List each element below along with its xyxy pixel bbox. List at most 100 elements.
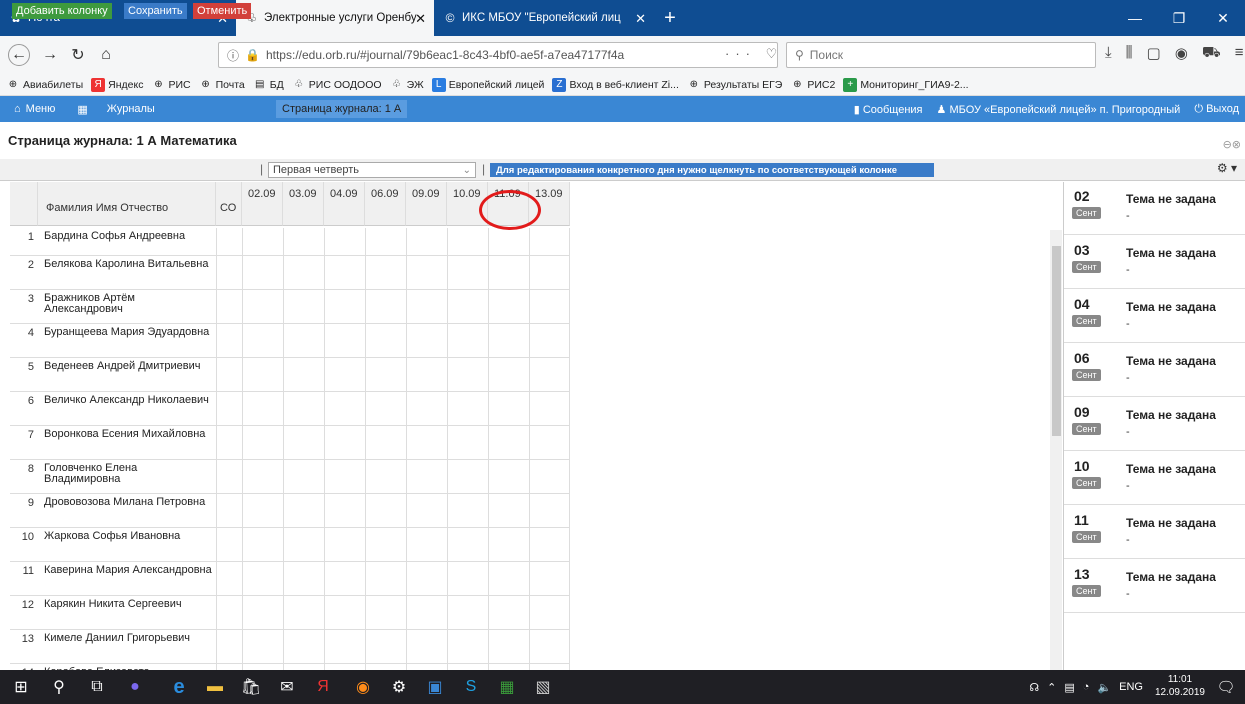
table-row[interactable]: 5 Веденеев Андрей Дмитриевич	[10, 358, 570, 392]
grade-cell[interactable]	[447, 630, 488, 663]
gear-icon[interactable]: ⚙ ▾	[1217, 161, 1237, 175]
home-icon[interactable]: ⌂	[94, 41, 118, 69]
table-row[interactable]: 13 Кимеле Даниил Григорьевич	[10, 630, 570, 664]
messages-link[interactable]: ▮ Сообщения	[854, 103, 923, 116]
grade-cell[interactable]	[283, 630, 324, 663]
grade-cell[interactable]	[365, 256, 406, 289]
lesson-item[interactable]: 10 Сент Тема не задана -	[1064, 452, 1245, 505]
table-row[interactable]: 2 Белякова Каролина Витальевна	[10, 256, 570, 290]
grade-cell[interactable]	[283, 358, 324, 391]
grade-cell[interactable]	[324, 426, 365, 459]
grade-cell[interactable]	[488, 494, 529, 527]
mail-icon[interactable]: ✉	[268, 670, 306, 704]
grade-cell[interactable]	[447, 562, 488, 595]
grade-cell[interactable]	[529, 290, 570, 323]
grade-cell[interactable]	[242, 392, 283, 425]
url-bar[interactable]: ⓘ 🔒 https://edu.orb.ru/#journal/79b6eac1…	[218, 42, 778, 68]
library-icon[interactable]: ⫼	[1126, 44, 1133, 63]
grade-cell[interactable]	[365, 562, 406, 595]
lesson-item[interactable]: 03 Сент Тема не задана -	[1064, 236, 1245, 289]
store-icon[interactable]: 🛍	[232, 670, 270, 704]
cart-icon[interactable]: ⛟	[1202, 44, 1221, 63]
task-view-icon[interactable]: ⧉	[78, 670, 116, 704]
bookmark-item[interactable]: L Европейский лицей	[431, 77, 544, 92]
date-column-header[interactable]: 09.09	[406, 182, 447, 226]
date-column-header[interactable]: 06.09	[365, 182, 406, 226]
menu-icon[interactable]: ≡	[1235, 44, 1244, 63]
co-cell[interactable]	[216, 228, 242, 255]
bookmark-item[interactable]: ▤ БД	[253, 78, 284, 92]
grade-cell[interactable]	[365, 494, 406, 527]
new-tab-button[interactable]: +	[654, 0, 686, 36]
grade-cell[interactable]	[324, 460, 365, 493]
grade-cell[interactable]	[242, 426, 283, 459]
app-icon[interactable]: ▣	[416, 670, 454, 704]
table-row[interactable]: 12 Карякин Никита Сергеевич	[10, 596, 570, 630]
grade-cell[interactable]	[529, 228, 570, 255]
grade-cell[interactable]	[365, 630, 406, 663]
grade-cell[interactable]	[242, 256, 283, 289]
co-cell[interactable]	[216, 630, 242, 663]
grade-cell[interactable]	[529, 358, 570, 391]
lesson-item[interactable]: 11 Сент Тема не задана -	[1064, 506, 1245, 559]
table-row[interactable]: 4 Буранщеева Мария Эдуардовна	[10, 324, 570, 358]
grade-cell[interactable]	[488, 392, 529, 425]
table-row[interactable]: 11 Каверина Мария Александровна	[10, 562, 570, 596]
co-cell[interactable]	[216, 358, 242, 391]
grade-cell[interactable]	[283, 324, 324, 357]
date-column-header[interactable]: 04.09	[324, 182, 365, 226]
cortana-icon[interactable]: ●	[116, 670, 154, 704]
grade-cell[interactable]	[447, 256, 488, 289]
grade-cell[interactable]	[406, 528, 447, 561]
grade-cell[interactable]	[283, 426, 324, 459]
search-input[interactable]: ⚲ Поиск	[786, 42, 1096, 68]
current-page-tab[interactable]: Страница журнала: 1 А	[276, 100, 408, 118]
grade-cell[interactable]	[529, 426, 570, 459]
bookmark-item[interactable]: ⊕ Авиабилеты	[6, 78, 83, 92]
language-indicator[interactable]: ENG	[1119, 681, 1143, 693]
grade-cell[interactable]	[283, 596, 324, 629]
grade-cell[interactable]	[529, 494, 570, 527]
table-row[interactable]: 3 Бражников Артём Александрович	[10, 290, 570, 324]
grade-cell[interactable]	[488, 426, 529, 459]
grade-cell[interactable]	[406, 630, 447, 663]
grade-cell[interactable]	[406, 358, 447, 391]
grade-cell[interactable]	[365, 596, 406, 629]
co-cell[interactable]	[216, 392, 242, 425]
edge-icon[interactable]: e	[160, 670, 198, 704]
grade-cell[interactable]	[488, 596, 529, 629]
bookmark-item[interactable]: ⊕ РИС	[151, 78, 190, 92]
grade-cell[interactable]	[324, 392, 365, 425]
grade-cell[interactable]	[447, 460, 488, 493]
co-cell[interactable]	[216, 528, 242, 561]
bookmark-item[interactable]: ⊕ РИС2	[790, 78, 835, 92]
grade-cell[interactable]	[488, 528, 529, 561]
grade-cell[interactable]	[406, 290, 447, 323]
bookmark-item[interactable]: ♧ РИС ООДООО	[292, 78, 381, 92]
sidebar-icon[interactable]: ▢	[1147, 44, 1161, 63]
grade-cell[interactable]	[324, 562, 365, 595]
cancel-button[interactable]: Отменить	[193, 3, 252, 19]
clock[interactable]: 11:01 12.09.2019	[1155, 673, 1205, 699]
grade-cell[interactable]	[365, 290, 406, 323]
table-row[interactable]: 1 Бардина Софья Андреевна	[10, 228, 570, 256]
grade-cell[interactable]	[283, 228, 324, 255]
people-icon[interactable]: ☊	[1029, 681, 1039, 694]
grade-cell[interactable]	[283, 562, 324, 595]
bookmark-item[interactable]: ⊕ Почта	[199, 78, 244, 92]
grade-cell[interactable]	[365, 228, 406, 255]
journals-link[interactable]: ▦ Журналы	[77, 103, 154, 116]
grade-cell[interactable]	[488, 460, 529, 493]
grade-cell[interactable]	[488, 562, 529, 595]
grade-cell[interactable]	[242, 290, 283, 323]
co-cell[interactable]	[216, 596, 242, 629]
grade-cell[interactable]	[324, 494, 365, 527]
bookmark-item[interactable]: ⊕ Результаты ЕГЭ	[687, 78, 783, 92]
close-window-button[interactable]: ✕	[1201, 0, 1245, 36]
table-row[interactable]: 6 Величко Александр Николаевич	[10, 392, 570, 426]
grade-cell[interactable]	[242, 460, 283, 493]
grade-cell[interactable]	[488, 290, 529, 323]
grade-cell[interactable]	[529, 596, 570, 629]
grade-cell[interactable]	[365, 324, 406, 357]
volume-icon[interactable]: 🔈	[1097, 681, 1111, 694]
